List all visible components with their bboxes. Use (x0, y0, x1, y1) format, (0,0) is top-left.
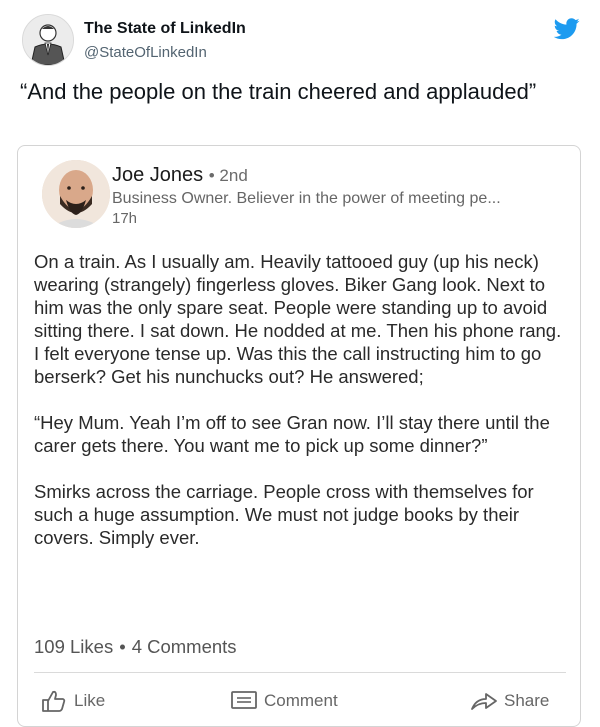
like-label: Like (74, 691, 106, 710)
stats-separator: • (119, 636, 126, 657)
comments-count[interactable]: 4 Comments (132, 636, 237, 657)
tweet-header: The State of LinkedIn @StateOfLinkedIn (22, 14, 582, 66)
post-stats: 109 Likes • 4 Comments (34, 636, 237, 658)
share-arrow-icon (471, 693, 497, 710)
share-label: Share (504, 691, 550, 710)
author-name[interactable]: The State of LinkedIn (84, 20, 246, 38)
poster-name[interactable]: Joe Jones • 2nd (112, 164, 248, 187)
share-button[interactable]: Share (470, 689, 549, 713)
like-button[interactable]: Like (40, 689, 105, 713)
post-paragraph: On a train. As I usually am. Heavily tat… (34, 251, 562, 387)
tweet-text: “And the people on the train cheered and… (20, 79, 537, 104)
comment-label: Comment (264, 691, 338, 710)
thumbs-up-icon (42, 690, 66, 712)
actions-divider (34, 672, 566, 673)
post-body: On a train. As I usually am. Heavily tat… (34, 250, 569, 549)
connection-degree: • 2nd (208, 166, 248, 185)
author-avatar[interactable] (22, 14, 74, 66)
man-in-suit-icon (23, 15, 73, 65)
bald-bearded-man-photo (42, 160, 110, 228)
twitter-bird-icon[interactable] (554, 18, 580, 40)
post-paragraph: Smirks across the carriage. People cross… (34, 481, 534, 548)
poster-name-text[interactable]: Joe Jones (112, 164, 203, 186)
author-handle[interactable]: @StateOfLinkedIn (84, 44, 207, 61)
post-timestamp: 17h (112, 210, 138, 227)
poster-headline: Business Owner. Believer in the power of… (112, 190, 501, 207)
poster-avatar[interactable] (42, 160, 110, 228)
comment-icon (231, 691, 257, 709)
post-paragraph: “Hey Mum. Yeah I’m off to see Gran now. … (34, 412, 550, 456)
likes-count[interactable]: 109 Likes (34, 636, 113, 657)
quoted-linkedin-post[interactable]: Joe Jones • 2nd Business Owner. Believer… (17, 145, 581, 727)
comment-button[interactable]: Comment (230, 689, 338, 713)
